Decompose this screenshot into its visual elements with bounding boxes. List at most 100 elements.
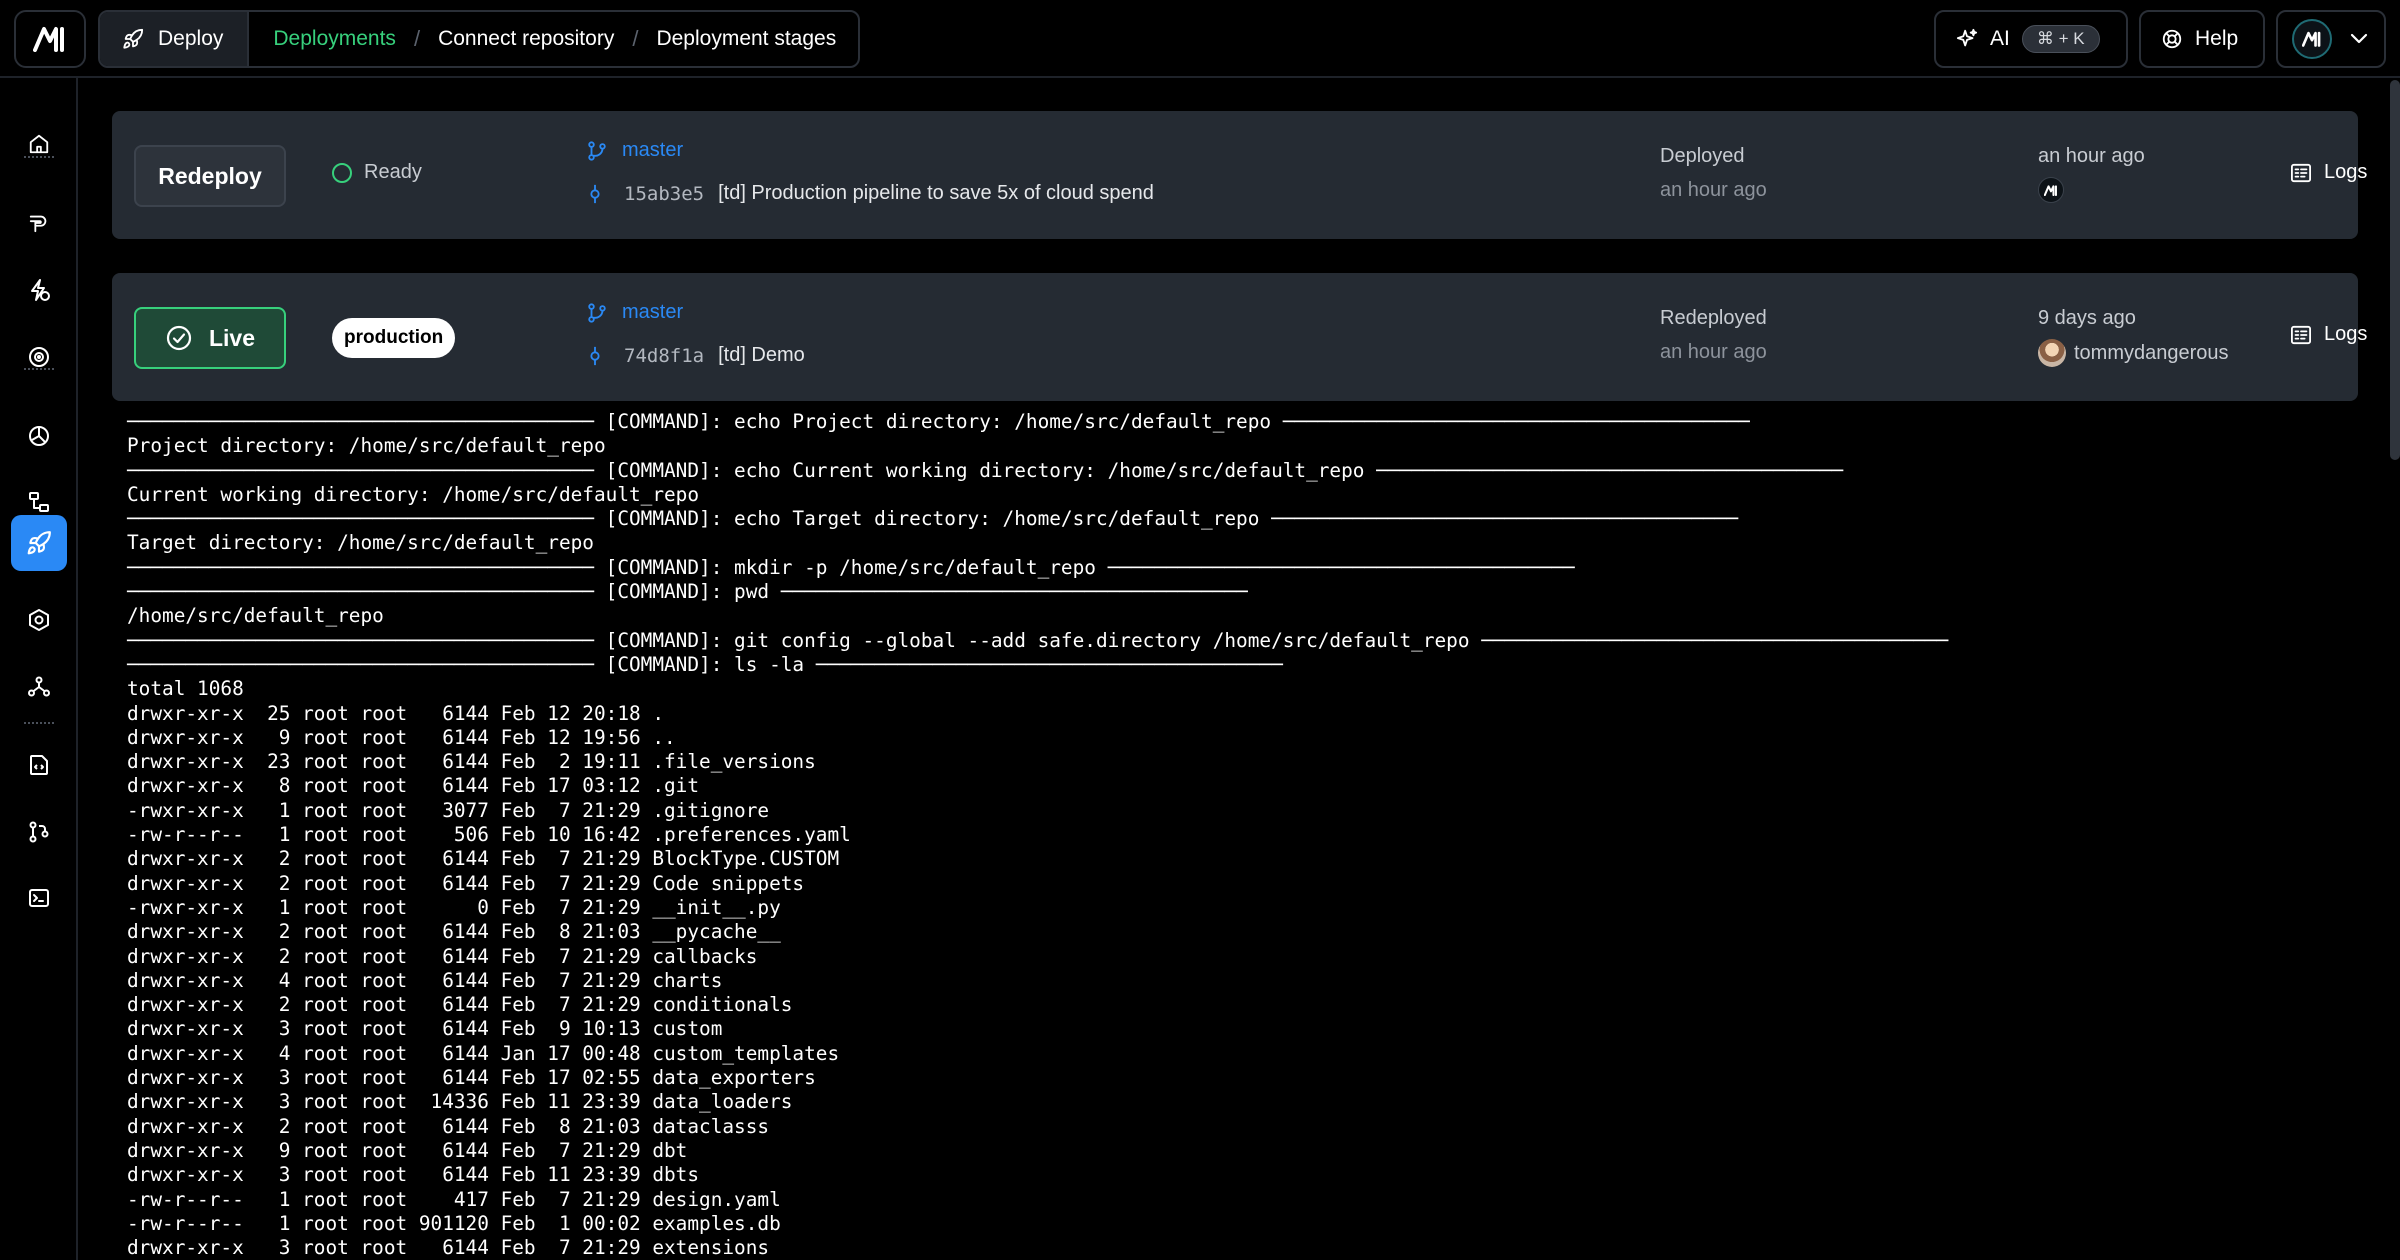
log-line: -rw-r--r-- 1 root root 417 Feb 7 21:29 d… bbox=[127, 1187, 781, 1211]
commit-message: [td] Production pipeline to save 5x of c… bbox=[718, 182, 1154, 204]
log-line: ────────────────────────────────────────… bbox=[127, 652, 1283, 676]
logs-icon bbox=[2291, 163, 2311, 182]
mage-logo-icon bbox=[2044, 184, 2057, 196]
sidebar-item-monitoring[interactable] bbox=[11, 329, 67, 385]
log-line: -rw-r--r-- 1 root root 506 Feb 10 16:42 … bbox=[127, 823, 851, 847]
branch-link[interactable]: master bbox=[622, 139, 683, 162]
rocket-icon bbox=[123, 28, 144, 49]
relative-time: 9 days ago bbox=[2038, 307, 2136, 329]
help-label: Help bbox=[2195, 27, 2239, 50]
log-line: Current working directory: /home/src/def… bbox=[127, 482, 700, 506]
git-branch-icon bbox=[29, 821, 49, 843]
sidebar-item-integrations[interactable] bbox=[11, 658, 67, 714]
sidebar-item-triggers[interactable] bbox=[11, 262, 67, 318]
globe-icon bbox=[29, 426, 49, 446]
logs-button[interactable]: Logs bbox=[2290, 323, 2367, 346]
user-avatar bbox=[2038, 177, 2064, 203]
logs-button[interactable]: Logs bbox=[2290, 161, 2367, 184]
log-line: ────────────────────────────────────────… bbox=[127, 580, 1248, 604]
deploy-action-label: Deployed bbox=[1660, 145, 1745, 167]
sparkles-icon bbox=[1956, 28, 1978, 47]
redeploy-button[interactable]: Redeploy bbox=[134, 145, 286, 207]
sidebar-divider bbox=[24, 722, 54, 724]
help-button[interactable]: Help bbox=[2139, 10, 2265, 68]
breadcrumb-deployments[interactable]: Deployments bbox=[249, 27, 414, 51]
log-line: drwxr-xr-x 4 root root 6144 Feb 7 21:29 … bbox=[127, 968, 723, 992]
file-code-icon bbox=[30, 755, 48, 775]
logs-icon bbox=[2291, 325, 2311, 344]
ai-label: AI bbox=[1990, 27, 2010, 50]
commit-message: [td] Demo bbox=[718, 344, 805, 366]
home-icon bbox=[29, 134, 49, 154]
deployment-status: Ready bbox=[332, 161, 422, 184]
check-circle-icon bbox=[166, 325, 192, 351]
app-logo-button[interactable] bbox=[14, 10, 86, 68]
relative-time: an hour ago bbox=[2038, 145, 2145, 167]
breadcrumb: Deploy Deployments / Connect repository … bbox=[98, 10, 860, 68]
page-scrollbar[interactable] bbox=[2390, 80, 2400, 460]
commit-row: 15ab3e5 [td] Production pipeline to save… bbox=[586, 182, 1154, 205]
blocks-icon bbox=[29, 492, 49, 512]
log-line: drwxr-xr-x 4 root root 6144 Jan 17 00:48… bbox=[127, 1041, 840, 1065]
rocket-icon bbox=[27, 531, 51, 555]
sidebar-item-files[interactable] bbox=[11, 737, 67, 793]
commit-hash: 74d8f1a bbox=[624, 344, 705, 367]
log-line: drwxr-xr-x 2 root root 6144 Feb 8 21:03 … bbox=[127, 920, 781, 944]
log-line: drwxr-xr-x 3 root root 6144 Feb 9 10:13 … bbox=[127, 1017, 723, 1041]
log-line: drwxr-xr-x 23 root root 6144 Feb 2 19:11… bbox=[127, 750, 816, 774]
mage-logo-icon bbox=[33, 27, 64, 52]
git-branch-icon bbox=[588, 302, 606, 323]
user-name[interactable]: tommydangerous bbox=[2074, 342, 2229, 365]
account-menu-button[interactable] bbox=[2276, 10, 2386, 68]
terminal-icon bbox=[29, 889, 49, 907]
ai-button[interactable]: AI ⌘ + K bbox=[1934, 10, 2128, 68]
ai-shortcut-badge: ⌘ + K bbox=[2021, 25, 2100, 53]
log-line: -rwxr-xr-x 1 root root 3077 Feb 7 21:29 … bbox=[127, 798, 770, 822]
sidebar-item-deploy[interactable] bbox=[11, 515, 67, 571]
log-line: ────────────────────────────────────────… bbox=[127, 628, 1949, 652]
sidebar-item-home[interactable] bbox=[11, 116, 67, 172]
deployed-by bbox=[2038, 177, 2072, 203]
account-avatar bbox=[2292, 19, 2332, 59]
deploy-time: an hour ago bbox=[1660, 341, 1767, 363]
live-button[interactable]: Live bbox=[134, 307, 286, 369]
log-line: drwxr-xr-x 2 root root 6144 Feb 7 21:29 … bbox=[127, 944, 758, 968]
logs-label: Logs bbox=[2324, 323, 2368, 345]
help-ring-icon bbox=[2162, 29, 2182, 49]
log-line: ────────────────────────────────────────… bbox=[127, 555, 1575, 579]
status-ready-icon bbox=[332, 162, 352, 183]
log-line: drwxr-xr-x 9 root root 6144 Feb 7 21:29 … bbox=[127, 1138, 688, 1162]
breadcrumb-deploy[interactable]: Deploy bbox=[100, 12, 250, 66]
sidebar-item-version-control[interactable] bbox=[11, 804, 67, 860]
mage-logo-icon bbox=[2302, 31, 2321, 47]
sidebar-item-terminal[interactable] bbox=[11, 870, 67, 926]
log-line: drwxr-xr-x 8 root root 6144 Feb 17 03:12… bbox=[127, 774, 700, 798]
git-commit-icon bbox=[590, 346, 600, 365]
sidebar-divider bbox=[24, 368, 54, 370]
radar-icon bbox=[29, 347, 49, 367]
git-branch-icon bbox=[588, 140, 606, 161]
hexagon-gear-icon bbox=[29, 609, 49, 631]
branch-link[interactable]: master bbox=[622, 301, 683, 324]
log-line: -rw-r--r-- 1 root root 901120 Feb 1 00:0… bbox=[127, 1211, 781, 1235]
breadcrumb-connect-repository[interactable]: Connect repository bbox=[420, 27, 632, 51]
log-line: ────────────────────────────────────────… bbox=[127, 410, 1750, 433]
deployed-by: tommydangerous bbox=[2038, 339, 2229, 367]
log-line: Project directory: /home/src/default_rep… bbox=[127, 434, 606, 458]
sidebar-item-global-data[interactable] bbox=[11, 408, 67, 464]
environment-badge: production bbox=[332, 318, 456, 358]
commit-hash: 15ab3e5 bbox=[624, 182, 705, 205]
sidebar-item-settings[interactable] bbox=[11, 592, 67, 648]
deploy-time: an hour ago bbox=[1660, 179, 1767, 201]
user-avatar bbox=[2038, 339, 2066, 367]
live-label: Live bbox=[208, 324, 256, 351]
git-commit-icon bbox=[590, 184, 600, 203]
status-label: Ready bbox=[364, 161, 422, 183]
log-line: /home/src/default_repo bbox=[127, 604, 384, 628]
sidebar-divider bbox=[24, 156, 54, 158]
breadcrumb-deployment-stages[interactable]: Deployment stages bbox=[638, 27, 854, 51]
deploy-action-label: Redeployed bbox=[1660, 307, 1767, 329]
sidebar-item-pipelines[interactable] bbox=[11, 195, 67, 251]
deployment-log-output: ────────────────────────────────────────… bbox=[127, 410, 2377, 1260]
chevron-down-icon bbox=[2350, 33, 2368, 44]
